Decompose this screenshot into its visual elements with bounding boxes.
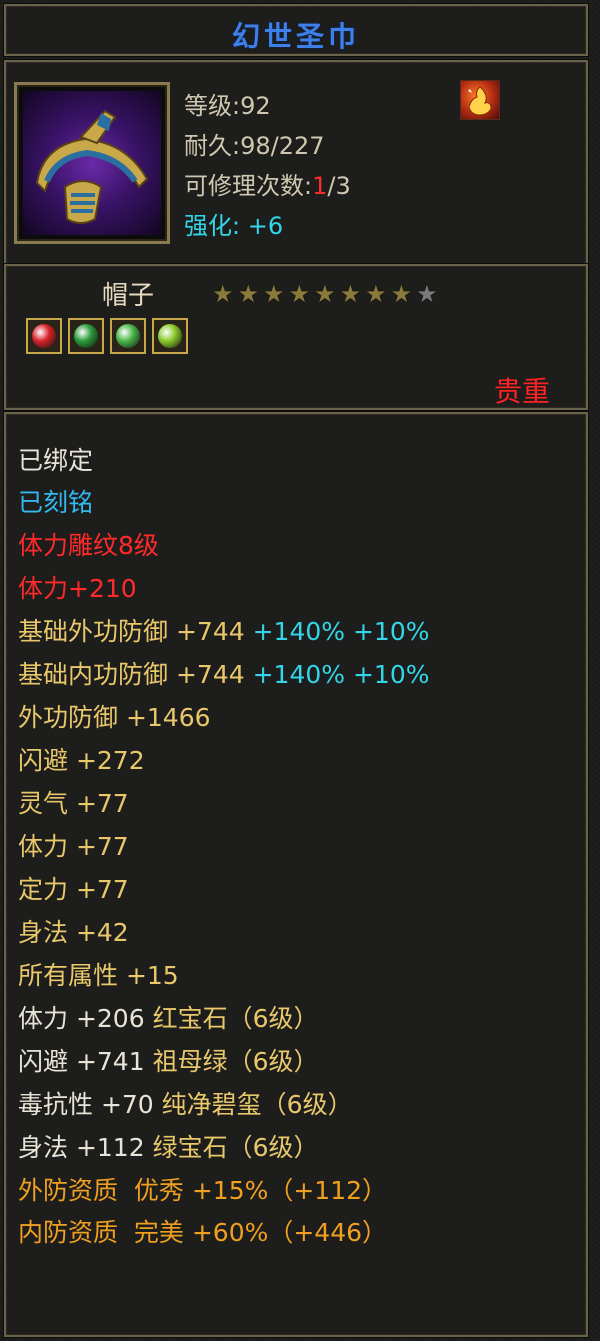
jade-gem-icon[interactable]: [110, 318, 146, 354]
repair-total: /3: [327, 172, 351, 200]
green-gem-icon[interactable]: [152, 318, 188, 354]
vitality-bonus: 体力+210: [18, 574, 137, 603]
vitality-engrave: 体力雕纹8级: [18, 531, 159, 560]
star-empty-icon: ★: [416, 280, 438, 308]
star-filled-icon: ★: [212, 280, 234, 308]
socketed-gems: [26, 318, 188, 354]
level-stat: 等级:92: [184, 92, 271, 120]
enhance-stat: 强化: +6: [184, 212, 284, 240]
base-outer-defense-pct2: +10%: [352, 617, 430, 646]
base-inner-defense-pct1: +140%: [252, 660, 346, 689]
gem-dot: [158, 324, 182, 348]
star-rating: ★ ★ ★ ★ ★ ★ ★ ★ ★: [212, 282, 438, 306]
item-icon-frame[interactable]: [14, 82, 170, 244]
outer-defense-quality: 外防资质 优秀 +15%（+112）: [18, 1176, 388, 1205]
headband-icon: [35, 109, 149, 224]
gem-bonus-2-name: 祖母绿（6级）: [152, 1047, 319, 1076]
vitality-stat: 体力 +77: [18, 832, 129, 861]
star-filled-icon: ★: [390, 280, 413, 308]
gem-bonus-2: 闪避 +741 祖母绿（6级）: [18, 1047, 319, 1077]
gem-bonus-1-name: 红宝石（6级）: [152, 1004, 319, 1033]
item-name: 幻世圣巾: [231, 20, 360, 53]
base-inner-defense-label: 基础内功防御: [18, 660, 169, 689]
ruby-gem-icon[interactable]: [26, 318, 62, 354]
gem-bonus-1-stat: 体力 +206: [18, 1004, 145, 1033]
star-filled-icon: ★: [339, 280, 362, 308]
repair-used: 1: [312, 172, 328, 200]
star-filled-icon: ★: [237, 280, 260, 308]
gem-dot: [32, 324, 56, 348]
gem-bonus-3-name: 纯净碧玺（6级）: [161, 1090, 353, 1119]
item-type: 帽子: [102, 281, 155, 311]
repair-stat: 可修理次数:1/3: [184, 166, 351, 201]
inner-defense-quality: 内防资质 完美 +60%（+446）: [18, 1218, 388, 1247]
gem-bonus-2-stat: 闪避 +741: [18, 1047, 145, 1076]
outer-defense: 外功防御 +1466: [18, 703, 211, 732]
base-inner-defense-value: +744: [175, 660, 245, 689]
star-filled-icon: ★: [263, 280, 285, 308]
gem-bonus-1: 体力 +206 红宝石（6级）: [18, 1004, 319, 1034]
title-bar: 幻世圣巾: [4, 4, 588, 56]
rarity-label: 贵重: [493, 375, 550, 408]
agility-stat: 身法 +42: [18, 918, 129, 947]
star-filled-icon: ★: [288, 280, 311, 308]
engraved-status: 已刻铭: [18, 488, 94, 517]
flame-badge-icon: [460, 80, 500, 120]
gem-bonus-4-name: 绿宝石（6级）: [152, 1133, 319, 1162]
star-filled-icon: ★: [365, 280, 387, 308]
base-inner-defense: 基础内功防御 +744 +140% +10%: [18, 660, 429, 690]
base-inner-defense-pct2: +10%: [352, 660, 430, 689]
item-tooltip: 幻世圣巾 等级:92 耐久:98/227 可修理次数:1/3 强化: +6 帽子…: [0, 0, 600, 1341]
star-filled-icon: ★: [314, 280, 336, 308]
gem-dot: [116, 324, 140, 348]
base-outer-defense-value: +744: [175, 617, 245, 646]
gem-bonus-4-stat: 身法 +112: [18, 1133, 145, 1162]
dodge-stat: 闪避 +272: [18, 746, 145, 775]
base-outer-defense-label: 基础外功防御: [18, 617, 169, 646]
repair-prefix: 可修理次数:: [184, 172, 313, 200]
spirit-stat: 灵气 +77: [18, 789, 129, 818]
durability-stat: 耐久:98/227: [184, 132, 325, 160]
focus-stat: 定力 +77: [18, 875, 129, 904]
gem-bonus-3-stat: 毒抗性 +70: [18, 1090, 154, 1119]
gem-bonus-3: 毒抗性 +70 纯净碧玺（6级）: [18, 1090, 353, 1120]
bound-status: 已绑定: [18, 446, 94, 475]
all-attributes-stat: 所有属性 +15: [18, 961, 179, 990]
gem-bonus-4: 身法 +112 绿宝石（6级）: [18, 1133, 319, 1163]
emerald-gem-icon[interactable]: [68, 318, 104, 354]
base-outer-defense: 基础外功防御 +744 +140% +10%: [18, 617, 429, 647]
base-outer-defense-pct1: +140%: [252, 617, 346, 646]
item-icon: [23, 91, 161, 235]
gem-dot: [74, 324, 98, 348]
